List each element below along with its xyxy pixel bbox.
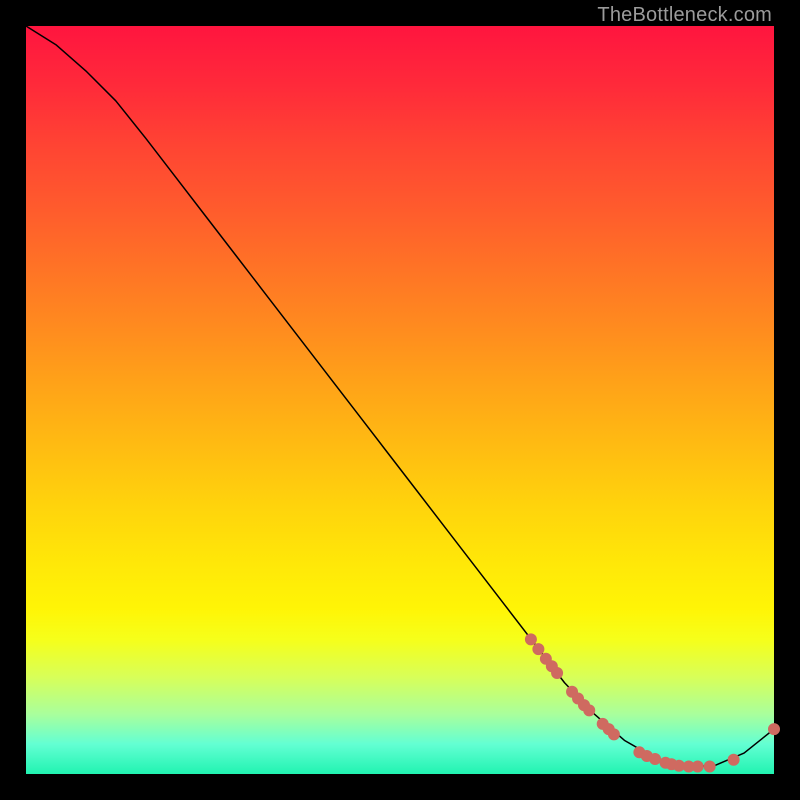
curve-dot bbox=[692, 761, 703, 772]
curve-dot bbox=[525, 634, 536, 645]
curve-dot bbox=[533, 644, 544, 655]
bottleneck-curve bbox=[26, 26, 774, 767]
curve-dot bbox=[608, 729, 619, 740]
curve-dot bbox=[584, 705, 595, 716]
site-watermark: TheBottleneck.com bbox=[597, 4, 772, 27]
highlighted-dots bbox=[525, 634, 779, 772]
curve-dot bbox=[728, 754, 739, 765]
chart-stage: TheBottleneck.com bbox=[0, 0, 800, 800]
curve-dot bbox=[704, 761, 715, 772]
curve-dot bbox=[769, 724, 780, 735]
curve-dot bbox=[552, 668, 563, 679]
chart-svg bbox=[26, 26, 774, 774]
chart-plot-area bbox=[26, 26, 774, 774]
curve-dot bbox=[650, 754, 661, 765]
